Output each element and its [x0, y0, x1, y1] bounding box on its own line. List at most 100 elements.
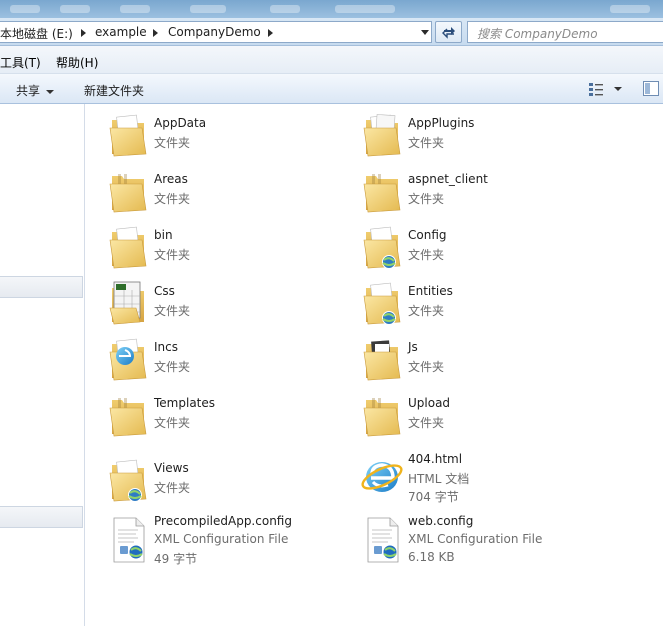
folder-item[interactable]: Upload 文件夹 — [360, 390, 610, 444]
folder-item[interactable]: bin 文件夹 — [106, 222, 356, 276]
item-type: 文件夹 — [408, 304, 445, 318]
folder-item[interactable]: AppData 文件夹 — [106, 110, 356, 164]
folder-globe-icon — [363, 282, 401, 325]
item-type: 文件夹 — [154, 304, 191, 318]
item-name: Js — [408, 340, 418, 354]
item-name: PrecompiledApp.config — [154, 514, 292, 528]
item-type: 文件夹 — [154, 481, 191, 495]
blurred-text — [610, 5, 650, 13]
blurred-text — [190, 5, 226, 13]
item-name: web.config — [408, 514, 474, 528]
view-details-icon — [589, 83, 603, 96]
preview-pane-button[interactable] — [643, 81, 659, 96]
folder-doc-icon — [109, 114, 147, 157]
breadcrumb-example[interactable]: example — [95, 25, 147, 39]
file-item[interactable]: 404.html HTML 文档 704 字节 — [360, 452, 610, 506]
item-name: AppData — [154, 116, 207, 130]
folder-globe-icon — [363, 226, 401, 269]
file-list: AppData 文件夹 AppPlugins 文件夹 Areas 文件夹 aspnet_cl… — [86, 104, 663, 626]
breadcrumb-separator-icon[interactable] — [81, 29, 86, 37]
address-row: 本地磁盘 (E:) example CompanyDemo 搜索 Company… — [0, 18, 663, 46]
config-file-icon — [113, 517, 145, 563]
item-type: 文件夹 — [154, 248, 191, 262]
breadcrumb-separator-icon[interactable] — [268, 29, 273, 37]
blurred-text — [335, 5, 395, 13]
folder-item[interactable]: Css 文件夹 — [106, 278, 356, 332]
nav-hover-item[interactable] — [0, 506, 83, 528]
item-name: Css — [154, 284, 175, 298]
nav-selected-item[interactable] — [0, 276, 83, 298]
item-name: Upload — [408, 396, 451, 410]
new-folder-button[interactable]: 新建文件夹 — [84, 82, 144, 99]
refresh-button[interactable] — [435, 21, 462, 43]
folder-icon — [363, 174, 401, 213]
folder-doc-icon — [109, 226, 147, 269]
folder-icon — [363, 398, 401, 437]
item-size: 49 字节 — [154, 552, 198, 566]
config-file-icon — [367, 517, 399, 563]
item-size: 704 字节 — [408, 490, 459, 504]
blurred-text — [120, 5, 150, 13]
item-name: Templates — [154, 396, 216, 410]
item-size: 6.18 KB — [408, 550, 455, 564]
address-history-chevron-icon[interactable] — [418, 22, 431, 42]
folder-item[interactable]: Config 文件夹 — [360, 222, 610, 276]
folder-item[interactable]: Entities 文件夹 — [360, 278, 610, 332]
item-type: 文件夹 — [408, 192, 445, 206]
item-name: 404.html — [408, 452, 463, 466]
folder-item[interactable]: aspnet_client 文件夹 — [360, 166, 610, 220]
folder-css-icon — [109, 281, 144, 325]
folder-item[interactable]: Views 文件夹 — [106, 455, 356, 509]
item-name: Incs — [154, 340, 178, 354]
file-item[interactable]: PrecompiledApp.config XML Configuration F… — [106, 514, 356, 568]
change-view-button[interactable] — [588, 81, 624, 97]
item-type: 文件夹 — [154, 192, 191, 206]
item-type: 文件夹 — [154, 136, 191, 150]
menu-help[interactable]: 帮助(H) — [56, 54, 98, 71]
folder-ie-icon — [109, 338, 147, 381]
search-placeholder: 搜索 CompanyDemo — [477, 27, 598, 41]
address-bar[interactable]: 本地磁盘 (E:) example CompanyDemo — [0, 21, 432, 43]
ie-html-icon — [361, 462, 403, 492]
search-input[interactable]: 搜索 CompanyDemo — [467, 21, 663, 43]
menu-tools[interactable]: 工具(T) — [0, 54, 41, 71]
breadcrumb-separator-icon[interactable] — [153, 29, 158, 37]
share-button[interactable]: 共享 — [16, 82, 55, 99]
item-name: Config — [408, 228, 447, 242]
item-type: XML Configuration File — [408, 532, 543, 546]
folder-icon — [109, 398, 147, 437]
item-name: Views — [154, 461, 189, 475]
title-strip — [0, 0, 663, 18]
folder-item[interactable]: AppPlugins 文件夹 — [360, 110, 610, 164]
folder-dark-doc-icon — [363, 340, 401, 381]
folder-pages-icon — [363, 114, 401, 157]
navigation-pane[interactable] — [0, 104, 85, 626]
item-type: XML Configuration File — [154, 532, 289, 546]
item-name: AppPlugins — [408, 116, 475, 130]
share-label: 共享 — [16, 84, 41, 98]
breadcrumb-companydemo[interactable]: CompanyDemo — [168, 25, 261, 39]
item-name: bin — [154, 228, 173, 242]
item-name: Areas — [154, 172, 188, 186]
item-type: 文件夹 — [154, 416, 191, 430]
folder-globe-icon — [109, 459, 147, 502]
item-type: 文件夹 — [408, 136, 445, 150]
chevron-down-icon — [46, 89, 55, 94]
refresh-icon — [442, 27, 455, 39]
file-item[interactable]: web.config XML Configuration File 6.18 KB — [360, 514, 610, 568]
item-type: HTML 文档 — [408, 472, 470, 486]
command-bar: 共享 新建文件夹 — [0, 74, 663, 104]
item-type: 文件夹 — [154, 360, 191, 374]
item-type: 文件夹 — [408, 416, 445, 430]
breadcrumb-drive[interactable]: 本地磁盘 (E:) — [0, 25, 73, 42]
chevron-down-icon — [614, 87, 622, 91]
blurred-text — [270, 5, 300, 13]
menu-bar: 工具(T) 帮助(H) — [0, 46, 663, 74]
folder-item[interactable]: Incs 文件夹 — [106, 334, 356, 388]
folder-item[interactable]: Templates 文件夹 — [106, 390, 356, 444]
folder-item[interactable]: Areas 文件夹 — [106, 166, 356, 220]
blurred-text — [10, 5, 40, 13]
item-name: aspnet_client — [408, 172, 488, 186]
item-type: 文件夹 — [408, 248, 445, 262]
folder-item[interactable]: Js 文件夹 — [360, 334, 610, 388]
